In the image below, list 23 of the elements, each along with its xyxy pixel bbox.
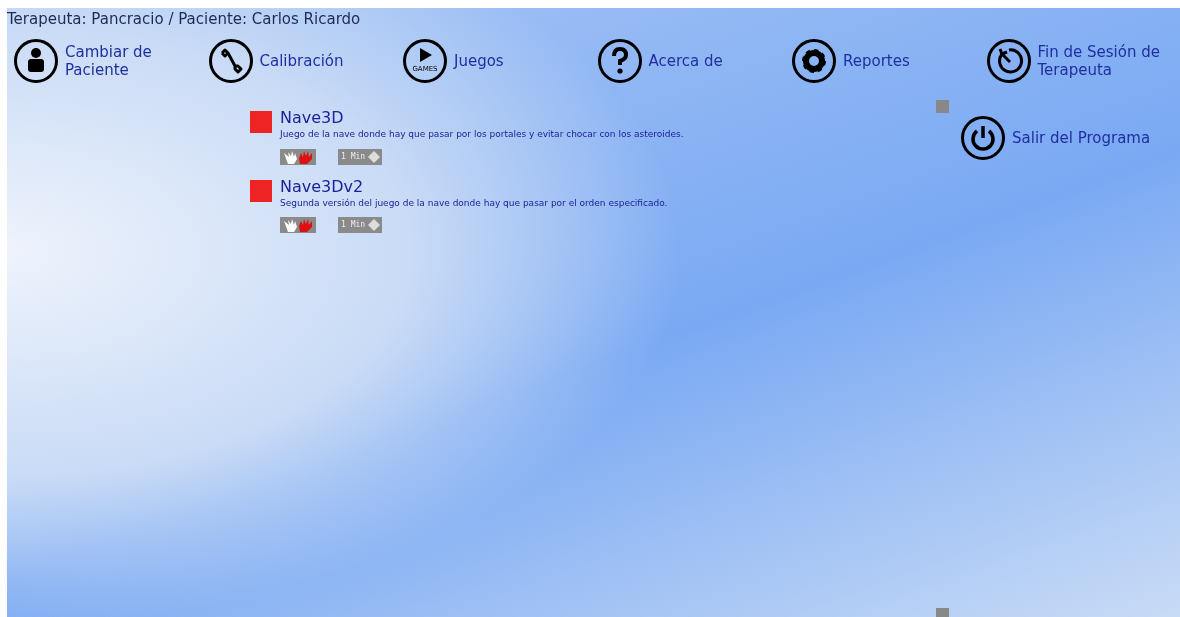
menu-button[interactable]: Acerca de xyxy=(596,38,791,84)
menu-button[interactable]: Calibración xyxy=(207,38,402,84)
menu-button[interactable]: Reportes xyxy=(791,38,986,84)
exit-button[interactable]: Salir del Programa xyxy=(960,115,1151,161)
game-title[interactable]: Nave3D xyxy=(280,108,684,128)
menu-button[interactable]: Fin de Sesión de Terapeuta xyxy=(985,38,1180,84)
game-marker[interactable] xyxy=(250,111,272,133)
game-description: Juego de la nave donde hay que pasar por los portales y evitar chocar con los asteroides. xyxy=(280,128,684,142)
power-icon xyxy=(960,115,1006,161)
game-description: Segunda versión del juego de la nave donde hay que pasar por el orden especificado. xyxy=(280,196,668,210)
gear-icon xyxy=(791,38,837,84)
game-marker[interactable] xyxy=(250,179,272,202)
diamond-icon xyxy=(367,218,382,233)
person-icon xyxy=(13,38,59,84)
game-title[interactable]: Nave3Dv2 xyxy=(280,176,668,196)
duration-control[interactable]: 1 Min xyxy=(338,217,383,234)
wrench-icon xyxy=(207,38,254,84)
diamond-icon xyxy=(367,149,382,164)
menu-button[interactable]: Cambiar de Paciente xyxy=(13,38,208,84)
duration-control[interactable]: 1 Min xyxy=(338,148,383,165)
question-icon xyxy=(596,38,643,84)
session-label: Terapeuta: Pancracio / Paciente: Carlos Ricardo xyxy=(7,9,362,28)
scroll-marker xyxy=(936,100,949,113)
